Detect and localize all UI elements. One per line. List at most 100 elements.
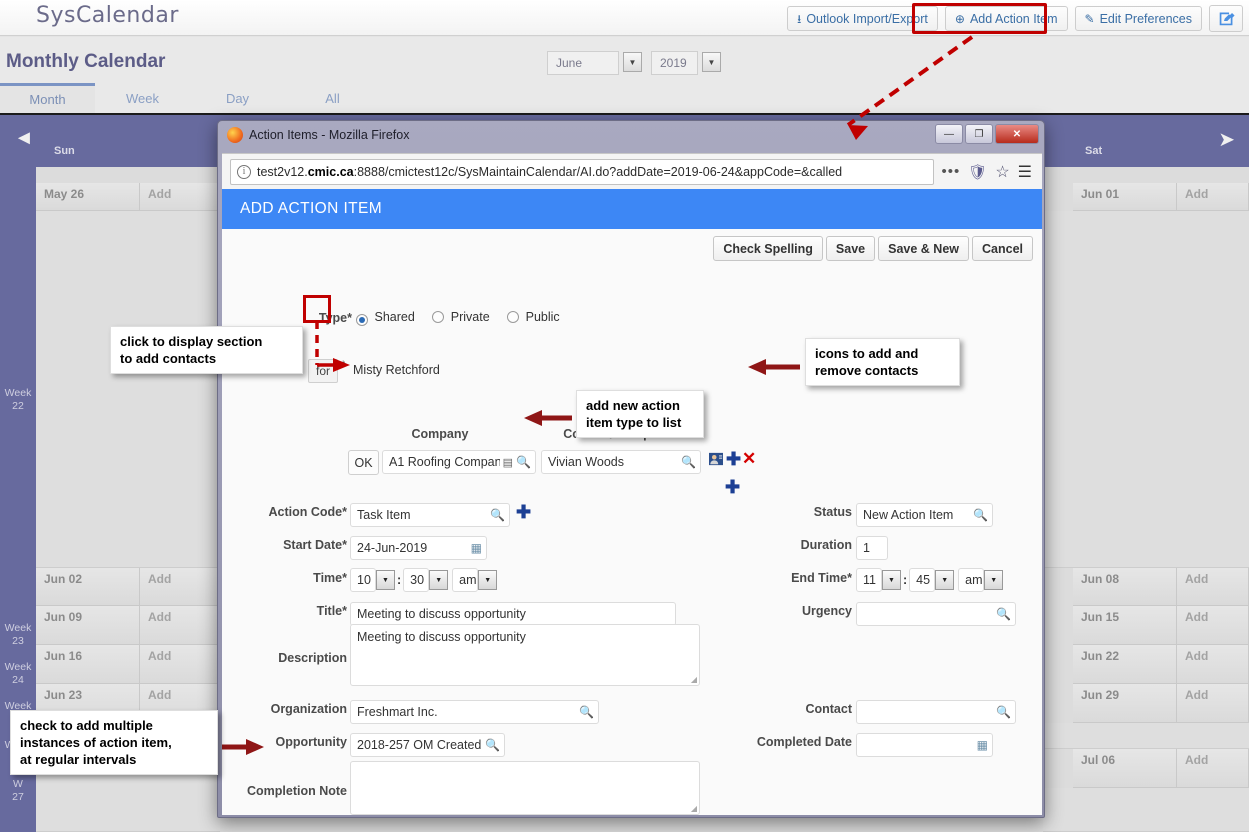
search-icon[interactable]: 🔍 — [996, 607, 1011, 621]
start-date-input[interactable]: 24-Jun-2019 ▦ — [350, 536, 487, 560]
description-textarea[interactable]: Meeting to discuss opportunity ◢ — [350, 624, 700, 686]
add-action-code-plus-icon[interactable]: ✚ — [516, 502, 531, 523]
time-ampm-chevron-down-icon[interactable]: ▼ — [478, 570, 498, 590]
search-icon[interactable]: 🔍 — [490, 508, 505, 522]
tab-month[interactable]: Month — [0, 83, 95, 113]
opportunity-input[interactable]: 2018-257 OM Created P 🔍 — [350, 733, 505, 757]
for-button[interactable]: for — [308, 359, 338, 383]
add-contact-row-plus-icon[interactable]: ✚ — [725, 477, 740, 498]
shield-icon[interactable]: 🛡 — [968, 163, 987, 181]
edit-square-icon-button[interactable] — [1209, 5, 1243, 32]
save-button[interactable]: Save — [825, 236, 876, 261]
month-select[interactable]: June ▼ — [547, 51, 644, 75]
calendar-add-sat-1[interactable]: Add — [1177, 568, 1249, 606]
calendar-add-sun-1[interactable]: Add — [140, 568, 220, 606]
end-time-minute-chevron-down-icon[interactable]: ▼ — [935, 570, 955, 590]
action-code-input[interactable]: Task Item 🔍 — [350, 503, 510, 527]
calendar-icon[interactable]: ▦ — [471, 541, 482, 555]
radio-shared[interactable]: Shared — [356, 310, 415, 326]
edit-preferences-button[interactable]: ✎ Edit Preferences — [1074, 6, 1202, 31]
minimize-button[interactable]: — — [935, 124, 963, 144]
time-ampm-input[interactable]: am — [452, 568, 479, 592]
check-spelling-button[interactable]: Check Spelling — [713, 236, 823, 261]
calendar-add-sat-4[interactable]: Add — [1177, 684, 1249, 723]
calendar-cell-sat-3[interactable]: Jun 22 — [1073, 645, 1177, 684]
company-input[interactable]: A1 Roofing Company ▤ 🔍 — [382, 450, 536, 474]
search-icon[interactable]: 🔍 — [996, 705, 1011, 719]
organization-input[interactable]: Freshmart Inc. 🔍 — [350, 700, 599, 724]
search-icon[interactable]: 🔍 — [579, 705, 594, 719]
add-action-item-button[interactable]: ⊕ Add Action Item — [944, 6, 1068, 31]
calendar-cell-sat-1[interactable]: Jun 08 — [1073, 568, 1177, 606]
end-time-ampm-chevron-down-icon[interactable]: ▼ — [984, 570, 1004, 590]
calendar-cell-sun-2[interactable]: Jun 09 — [36, 606, 140, 645]
search-icon[interactable]: 🔍 — [973, 508, 988, 522]
title-input[interactable]: Meeting to discuss opportunity — [350, 602, 676, 626]
end-time-minute-input[interactable]: 45 — [909, 568, 936, 592]
tab-all[interactable]: All — [285, 83, 380, 113]
contact-card-icon[interactable]: ▤ — [503, 456, 513, 469]
address-bar[interactable]: i test2v12.cmic.ca:8888/cmictest12c/SysM… — [230, 158, 934, 185]
ellipsis-icon[interactable]: ••• — [942, 163, 961, 180]
contact-group-input[interactable]: Vivian Woods 🔍 — [541, 450, 701, 474]
outlook-import-export-button[interactable]: ⭳ Outlook Import/Export — [787, 6, 938, 31]
remove-contact-x-icon[interactable]: ✕ — [742, 449, 756, 469]
calendar-add-sun-3[interactable]: Add — [140, 645, 220, 684]
search-icon[interactable]: 🔍 — [485, 738, 500, 752]
maximize-button[interactable]: ❐ — [965, 124, 993, 144]
radio-public[interactable]: Public — [507, 310, 560, 324]
calendar-add-sat-0[interactable]: Add — [1177, 183, 1249, 211]
tab-week[interactable]: Week — [95, 83, 190, 113]
save-and-new-button[interactable]: Save & New — [878, 236, 969, 261]
arrow-left-icon[interactable]: ◄ — [14, 127, 34, 150]
bookmark-star-icon[interactable]: ☆ — [995, 162, 1009, 182]
calendar-cell-sun-1[interactable]: Jun 02 — [36, 568, 140, 606]
search-icon[interactable]: 🔍 — [516, 455, 531, 469]
time-hour-input[interactable]: 10 — [350, 568, 376, 592]
calendar-icon[interactable]: ▦ — [977, 738, 988, 752]
contact-card-icon[interactable] — [709, 452, 723, 469]
calendar-cell-sun-0[interactable]: May 26 — [36, 183, 140, 211]
status-input[interactable]: New Action Item 🔍 — [856, 503, 993, 527]
contacts-ok-button[interactable]: OK — [348, 450, 379, 475]
calendar-add-sat-3[interactable]: Add — [1177, 645, 1249, 684]
chevron-down-icon[interactable]: ▼ — [702, 52, 721, 72]
resize-handle-icon[interactable]: ◢ — [691, 804, 697, 813]
time-hour-chevron-down-icon[interactable]: ▼ — [376, 570, 395, 590]
add-contact-plus-icon[interactable]: ✚ — [726, 449, 741, 470]
tab-day[interactable]: Day — [190, 83, 285, 113]
calendar-cell-sat-0[interactable]: Jun 01 — [1073, 183, 1177, 211]
calendar-add-sat-5[interactable]: Add — [1177, 749, 1249, 788]
year-select[interactable]: 2019 ▼ — [651, 51, 723, 75]
end-time-hour-input[interactable]: 11 — [856, 568, 882, 592]
close-button[interactable]: ✕ — [995, 124, 1039, 144]
hamburger-icon[interactable]: ☰ — [1018, 162, 1032, 182]
calendar-cell-body-0[interactable] — [36, 211, 220, 568]
time-minute-chevron-down-icon[interactable]: ▼ — [429, 570, 449, 590]
time-minute-input[interactable]: 30 — [403, 568, 430, 592]
calendar-cell-sat-2[interactable]: Jun 15 — [1073, 606, 1177, 645]
completion-note-textarea[interactable]: ◢ — [350, 761, 700, 815]
contact-input[interactable]: 🔍 — [856, 700, 1016, 724]
calendar-add-sun-0[interactable]: Add — [140, 183, 220, 211]
calendar-cell-sat-4[interactable]: Jun 29 — [1073, 684, 1177, 723]
calendar-cell-sun-3[interactable]: Jun 16 — [36, 645, 140, 684]
arrow-right-icon[interactable]: ➤ — [1218, 127, 1235, 152]
cancel-button[interactable]: Cancel — [972, 236, 1033, 261]
calendar-add-sun-2[interactable]: Add — [140, 606, 220, 645]
end-time-ampm-input[interactable]: am — [958, 568, 985, 592]
resize-handle-icon[interactable]: ◢ — [691, 675, 697, 684]
end-time-hour-chevron-down-icon[interactable]: ▼ — [882, 570, 901, 590]
chevron-down-icon[interactable]: ▼ — [623, 52, 642, 72]
urgency-input[interactable]: 🔍 — [856, 602, 1016, 626]
info-icon[interactable]: i — [237, 164, 251, 179]
completed-date-input[interactable]: ▦ — [856, 733, 993, 757]
calendar-add-sat-2[interactable]: Add — [1177, 606, 1249, 645]
calendar-cell-body-sat-0[interactable] — [1043, 211, 1249, 568]
firefox-titlebar[interactable]: Action Items - Mozilla Firefox — ❐ ✕ — [218, 121, 1044, 151]
duration-input[interactable]: 1 — [856, 536, 888, 560]
calendar-cell-body-sat-5[interactable] — [1043, 788, 1249, 832]
radio-private[interactable]: Private — [432, 310, 490, 324]
calendar-cell-sat-5[interactable]: Jul 06 — [1073, 749, 1177, 788]
search-icon[interactable]: 🔍 — [681, 455, 696, 469]
